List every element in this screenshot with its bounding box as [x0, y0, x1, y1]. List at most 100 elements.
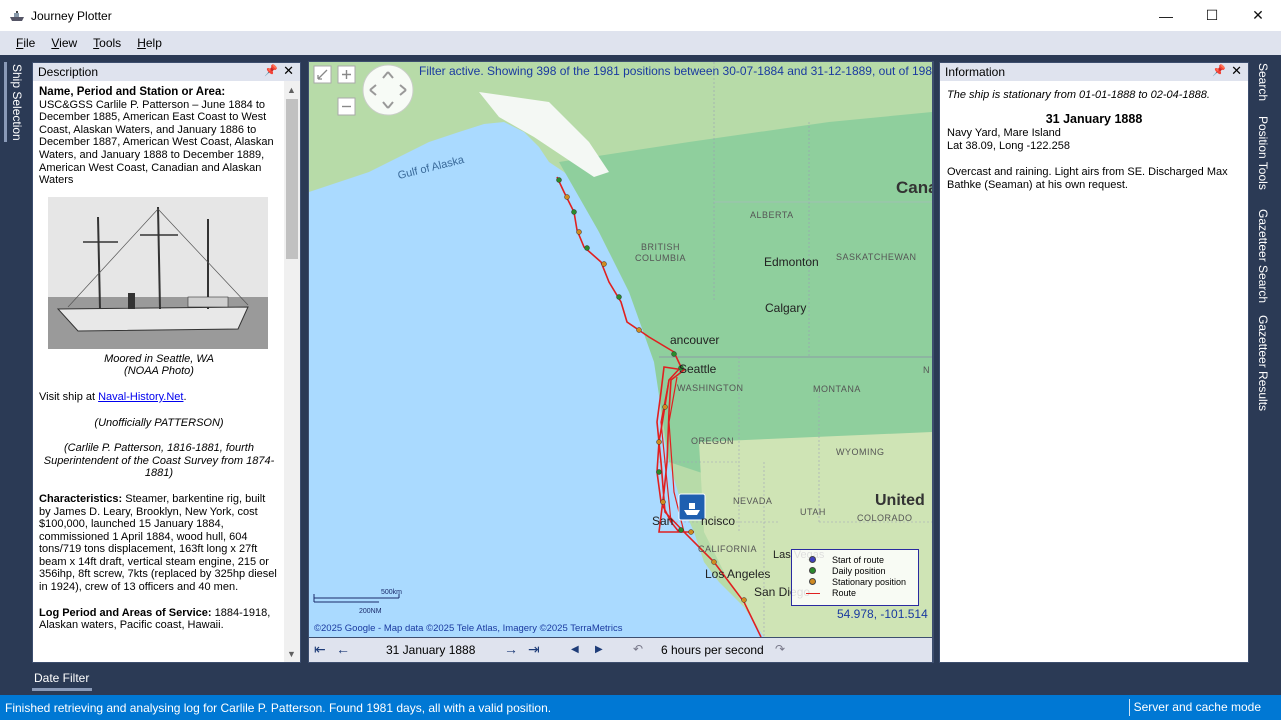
map-label-washington: WASHINGTON: [677, 383, 744, 393]
route-line-icon: [806, 593, 820, 594]
description-scrollbar[interactable]: ▲ ▼: [284, 81, 300, 662]
next-position-icon[interactable]: →: [504, 641, 518, 657]
tab-position-tools[interactable]: Position Tools: [1256, 116, 1270, 190]
ship-illustration: [48, 196, 268, 349]
map-label-calgary: Calgary: [765, 301, 807, 315]
information-header: Information 📌 ✕: [940, 63, 1248, 81]
stationary-note: The ship is stationary from 01-01-1888 t…: [947, 89, 1210, 101]
forest-region: [559, 112, 932, 482]
close-panel-icon[interactable]: ✕: [283, 63, 294, 79]
step-back-icon[interactable]: ◀: [571, 644, 579, 655]
tab-indicator: [4, 62, 7, 142]
pan-control[interactable]: [362, 64, 414, 116]
legend-route: Route: [832, 588, 857, 598]
information-title: Information: [945, 65, 1006, 79]
map-label-united: United: [875, 492, 925, 509]
scroll-down-icon[interactable]: ▼: [287, 649, 296, 659]
app-ship-icon: [10, 10, 24, 21]
description-scroll-area[interactable]: Name, Period and Station or Area: USC&GS…: [33, 81, 300, 662]
slower-icon[interactable]: ↶: [633, 642, 643, 656]
tab-search[interactable]: Search: [1256, 63, 1270, 101]
map-label-alberta: ALBERTA: [750, 210, 794, 220]
visit-suffix: .: [183, 390, 187, 403]
zoom-in-button[interactable]: [337, 65, 356, 84]
filter-status-text: Filter active. Showing 398 of the 1981 p…: [419, 64, 932, 78]
faster-icon[interactable]: ↷: [775, 642, 785, 656]
description-panel: Description 📌 ✕ Name, Period and Station…: [32, 62, 301, 663]
close-panel-icon[interactable]: ✕: [1231, 63, 1242, 79]
information-panel: Information 📌 ✕ The ship is stationary f…: [939, 62, 1249, 663]
status-message: Finished retrieving and analysing log fo…: [5, 700, 552, 715]
legend-daily: Daily position: [832, 566, 886, 576]
map-label-saskatchewan: SASKATCHEWAN: [836, 252, 917, 262]
maximize-button[interactable]: ☐: [1189, 0, 1235, 31]
map-label-bc-2: COLUMBIA: [635, 253, 687, 263]
map-label-bc-1: BRITISH: [641, 242, 681, 252]
map-label-wyoming: WYOMING: [836, 447, 885, 457]
scale-km: 500km: [381, 589, 403, 596]
map-label-nevada: NEVADA: [733, 496, 773, 506]
map-label-colorado: COLORADO: [857, 513, 913, 523]
map-label-canada: Cana: [896, 178, 932, 197]
pin-icon[interactable]: 📌: [264, 64, 278, 77]
log-period-heading: Log Period and Areas of Service: [39, 606, 208, 619]
map-label-n: N: [923, 365, 930, 375]
tab-gazetteer-results[interactable]: Gazetteer Results: [1256, 315, 1270, 411]
map-attribution: ©2025 Google - Map data ©2025 Tele Atlas…: [314, 623, 623, 634]
map-panel: Gulf of Alaska Cana ALBERTA BRITISH COLU…: [308, 61, 934, 663]
status-mode: Server and cache mode: [1128, 699, 1281, 716]
playback-speed: 6 hours per second: [661, 643, 764, 657]
zoom-out-button[interactable]: [337, 97, 356, 116]
status-bar: Finished retrieving and analysing log fo…: [0, 695, 1281, 720]
first-position-icon[interactable]: ⇤: [314, 641, 326, 658]
pin-icon[interactable]: 📌: [1212, 64, 1226, 77]
map-label-montana: MONTANA: [813, 384, 861, 394]
info-location: Navy Yard, Mare Island: [947, 127, 1061, 139]
name-text: USC&GSS Carlile P. Patterson – June 1884…: [39, 98, 274, 187]
menu-file[interactable]: File: [8, 36, 43, 50]
playback-bar: ⇤ ← 31 January 1888 → ⇥ ◀ ▶ ↶ 6 hours pe…: [309, 638, 932, 662]
ship-photo: [48, 196, 268, 349]
menu-tools[interactable]: Tools: [85, 36, 129, 50]
map-label-california: CALIFORNIA: [698, 544, 758, 554]
start-dot-icon: [809, 556, 816, 563]
menu-help[interactable]: Help: [129, 36, 170, 50]
information-content: The ship is stationary from 01-01-1888 t…: [940, 81, 1248, 200]
close-window-button[interactable]: ✕: [1235, 0, 1281, 31]
info-latlong: Lat 38.09, Long -122.258: [947, 140, 1070, 152]
last-position-icon[interactable]: ⇥: [528, 641, 540, 658]
fullscreen-button[interactable]: [313, 65, 332, 84]
map-label-oregon: OREGON: [691, 436, 735, 446]
map-view[interactable]: Gulf of Alaska Cana ALBERTA BRITISH COLU…: [309, 62, 932, 637]
date-filter-indicator: [32, 688, 92, 691]
menu-bar: File View Tools Help: [0, 31, 1281, 55]
description-content: Name, Period and Station or Area: USC&GS…: [39, 86, 279, 632]
scale-nm: 200NM: [359, 608, 382, 615]
tab-date-filter[interactable]: Date Filter: [28, 666, 92, 690]
tab-gazetteer-search[interactable]: Gazetteer Search: [1256, 209, 1270, 303]
name-heading: Name, Period and Station or Area: [39, 86, 222, 98]
unofficial-name: (Unofficially PATTERSON): [94, 416, 224, 429]
play-icon[interactable]: ▶: [595, 644, 603, 655]
tab-ship-selection[interactable]: Ship Selection: [10, 64, 24, 141]
menu-view[interactable]: View: [43, 36, 85, 50]
stationary-dot-icon: [809, 578, 816, 585]
scroll-thumb[interactable]: [286, 99, 298, 259]
scroll-up-icon[interactable]: ▲: [287, 85, 296, 95]
map-label-los-angeles: Los Angeles: [705, 567, 771, 581]
legend-start: Start of route: [832, 555, 885, 565]
info-log-entry: Overcast and raining. Light airs from SE…: [947, 166, 1228, 191]
characteristics-heading: Characteristics: [39, 492, 119, 505]
current-date: 31 January 1888: [386, 643, 476, 657]
minimize-button[interactable]: —: [1143, 0, 1189, 31]
previous-position-icon[interactable]: ←: [336, 641, 350, 657]
daily-dot-icon: [809, 567, 816, 574]
map-label-edmonton: Edmonton: [764, 255, 819, 269]
info-date: 31 January 1888: [1045, 112, 1143, 126]
characteristics-text: Steamer, barkentine rig, built by James …: [39, 492, 277, 594]
visit-prefix: Visit ship at: [39, 390, 99, 403]
naval-history-link[interactable]: Naval-History.Net: [98, 391, 183, 403]
map-label-vancouver: ancouver: [670, 333, 720, 347]
title-bar: Journey Plotter — ☐ ✕: [0, 0, 1281, 31]
map-label-utah: UTAH: [800, 507, 826, 517]
